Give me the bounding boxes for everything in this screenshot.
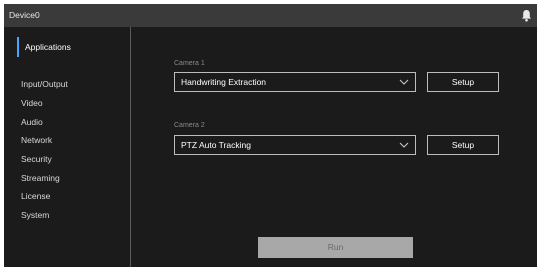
chevron-down-icon	[399, 142, 409, 148]
sidebar-item-security[interactable]: Security	[21, 154, 52, 164]
sidebar-item-input-output[interactable]: Input/Output	[21, 79, 68, 89]
sidebar-item-streaming[interactable]: Streaming	[21, 173, 60, 183]
sidebar-item-license[interactable]: License	[21, 191, 50, 201]
sidebar-item-network[interactable]: Network	[21, 135, 52, 145]
run-button[interactable]: Run	[258, 237, 413, 258]
sidebar-nav: Applications Input/Output Video Audio Ne…	[4, 27, 131, 267]
sidebar-item-video[interactable]: Video	[21, 98, 43, 108]
bell-icon[interactable]	[521, 9, 532, 22]
window-title: Device0	[9, 10, 40, 20]
camera2-selected-value: PTZ Auto Tracking	[181, 140, 251, 150]
camera1-selected-value: Handwriting Extraction	[181, 77, 267, 87]
camera2-app-select[interactable]: PTZ Auto Tracking	[174, 135, 416, 155]
title-bar: Device0	[4, 4, 537, 27]
sidebar-item-system[interactable]: System	[21, 210, 49, 220]
camera2-label: Camera 2	[174, 122, 205, 129]
sidebar-item-audio[interactable]: Audio	[21, 117, 43, 127]
camera1-app-select[interactable]: Handwriting Extraction	[174, 72, 416, 92]
chevron-down-icon	[399, 79, 409, 85]
camera1-setup-button[interactable]: Setup	[427, 72, 499, 92]
sidebar-item-applications[interactable]: Applications	[17, 37, 71, 57]
main-panel: Camera 1 Handwriting Extraction Setup Ca…	[132, 27, 537, 267]
app-window: Device0 Applications Input/Output Video …	[4, 4, 537, 267]
camera1-label: Camera 1	[174, 60, 205, 67]
camera2-setup-button[interactable]: Setup	[427, 135, 499, 155]
